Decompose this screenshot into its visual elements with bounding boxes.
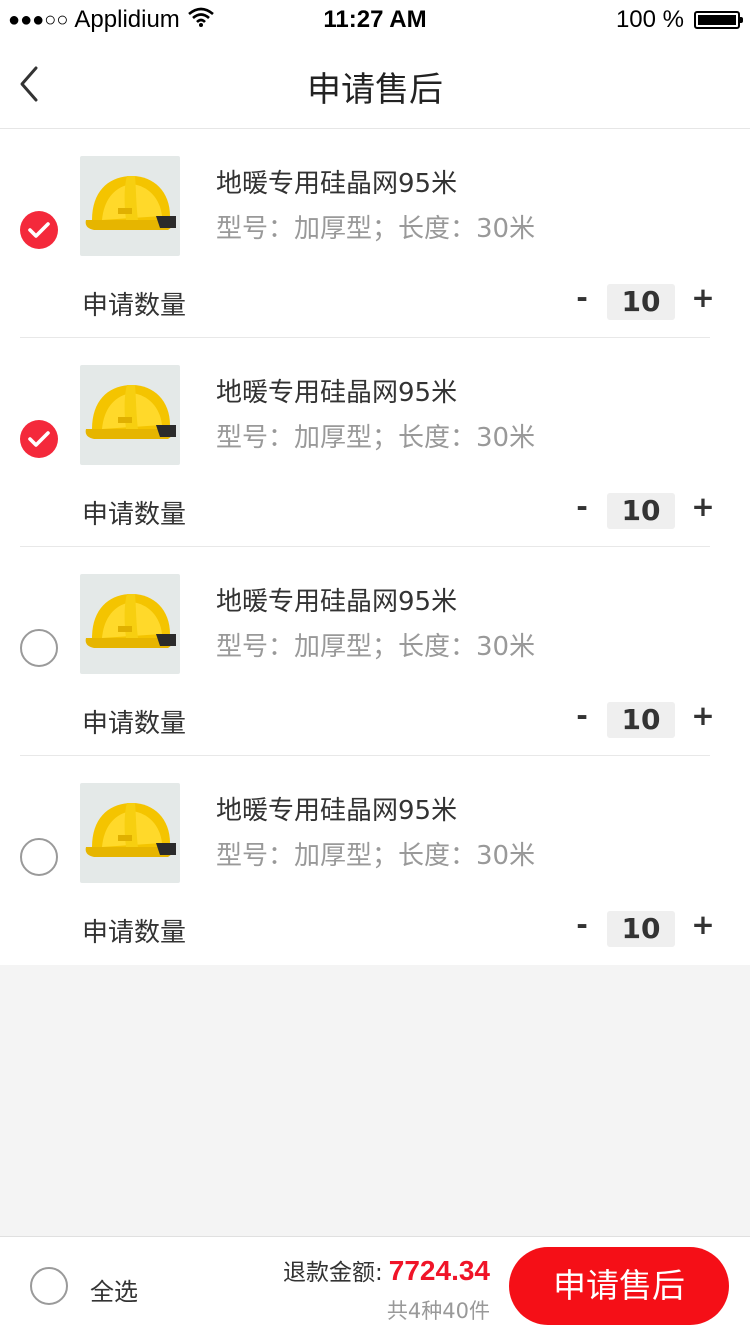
hard-hat-icon — [85, 385, 176, 439]
product-spec: 型号：加厚型；长度：30米 — [216, 214, 536, 244]
increase-button[interactable]: + — [690, 281, 716, 317]
select-all-checkbox[interactable] — [30, 1267, 68, 1305]
product-spec: 型号：加厚型；长度：30米 — [216, 423, 536, 453]
decrease-button[interactable]: - — [570, 699, 594, 735]
select-all-label[interactable]: 全选 — [90, 1272, 138, 1307]
product-name: 地暖专用硅晶网95米 — [216, 587, 458, 617]
quantity-label: 申请数量 — [82, 291, 187, 321]
battery-percent: 100 % — [615, 6, 684, 33]
product-name: 地暖专用硅晶网95米 — [216, 378, 458, 408]
item-checkbox[interactable] — [20, 838, 58, 876]
increase-button[interactable]: + — [690, 490, 716, 526]
item-checkbox[interactable] — [20, 211, 58, 249]
page-title: 申请售后 — [307, 70, 443, 110]
increase-button[interactable]: + — [690, 908, 716, 944]
list-item: 地暖专用硅晶网95米 型号：加厚型；长度：30米 申请数量 - 10 + — [0, 756, 750, 965]
product-name: 地暖专用硅晶网95米 — [216, 169, 458, 199]
hard-hat-icon — [85, 803, 176, 857]
hard-hat-icon — [85, 176, 176, 230]
product-spec: 型号：加厚型；长度：30米 — [216, 841, 536, 871]
battery-icon — [694, 11, 743, 29]
check-icon — [28, 222, 50, 238]
nav-bar: 申请售后 — [0, 40, 750, 129]
refund-amount: 7724.34 — [388, 1255, 490, 1286]
product-image — [80, 156, 180, 256]
decrease-button[interactable]: - — [570, 908, 594, 944]
quantity-value[interactable]: 10 — [607, 284, 675, 320]
product-spec: 型号：加厚型；长度：30米 — [216, 632, 536, 662]
product-image — [80, 574, 180, 674]
hard-hat-icon — [85, 594, 176, 648]
list-item: 地暖专用硅晶网95米 型号：加厚型；长度：30米 申请数量 - 10 + — [0, 129, 750, 338]
decrease-button[interactable]: - — [570, 281, 594, 317]
bottom-bar: 全选 退款金额: 7724.34 共4种40件 申请售后 — [0, 1236, 750, 1335]
quantity-value[interactable]: 10 — [607, 493, 675, 529]
decrease-button[interactable]: - — [570, 490, 594, 526]
submit-after-sales-button[interactable]: 申请售后 — [509, 1247, 729, 1325]
product-list: 地暖专用硅晶网95米 型号：加厚型；长度：30米 申请数量 - 10 + 地暖专… — [0, 129, 750, 965]
product-name: 地暖专用硅晶网95米 — [216, 796, 458, 826]
item-summary: 共4种40件 — [386, 1299, 490, 1323]
check-icon — [28, 431, 50, 447]
item-checkbox[interactable] — [20, 420, 58, 458]
list-item: 地暖专用硅晶网95米 型号：加厚型；长度：30米 申请数量 - 10 + — [0, 547, 750, 756]
refund-total: 退款金额: 7724.34 — [283, 1253, 490, 1287]
quantity-label: 申请数量 — [82, 709, 187, 739]
increase-button[interactable]: + — [690, 699, 716, 735]
quantity-value[interactable]: 10 — [607, 911, 675, 947]
quantity-label: 申请数量 — [82, 918, 187, 948]
status-bar: ●●●○○ Applidium 11:27 AM 100 % — [0, 0, 750, 40]
quantity-label: 申请数量 — [82, 500, 187, 530]
item-checkbox[interactable] — [20, 629, 58, 667]
product-image — [80, 783, 180, 883]
product-image — [80, 365, 180, 465]
list-item: 地暖专用硅晶网95米 型号：加厚型；长度：30米 申请数量 - 10 + — [0, 338, 750, 547]
quantity-value[interactable]: 10 — [607, 702, 675, 738]
status-right: 100 % — [615, 6, 743, 34]
refund-label: 退款金额: — [283, 1260, 383, 1286]
